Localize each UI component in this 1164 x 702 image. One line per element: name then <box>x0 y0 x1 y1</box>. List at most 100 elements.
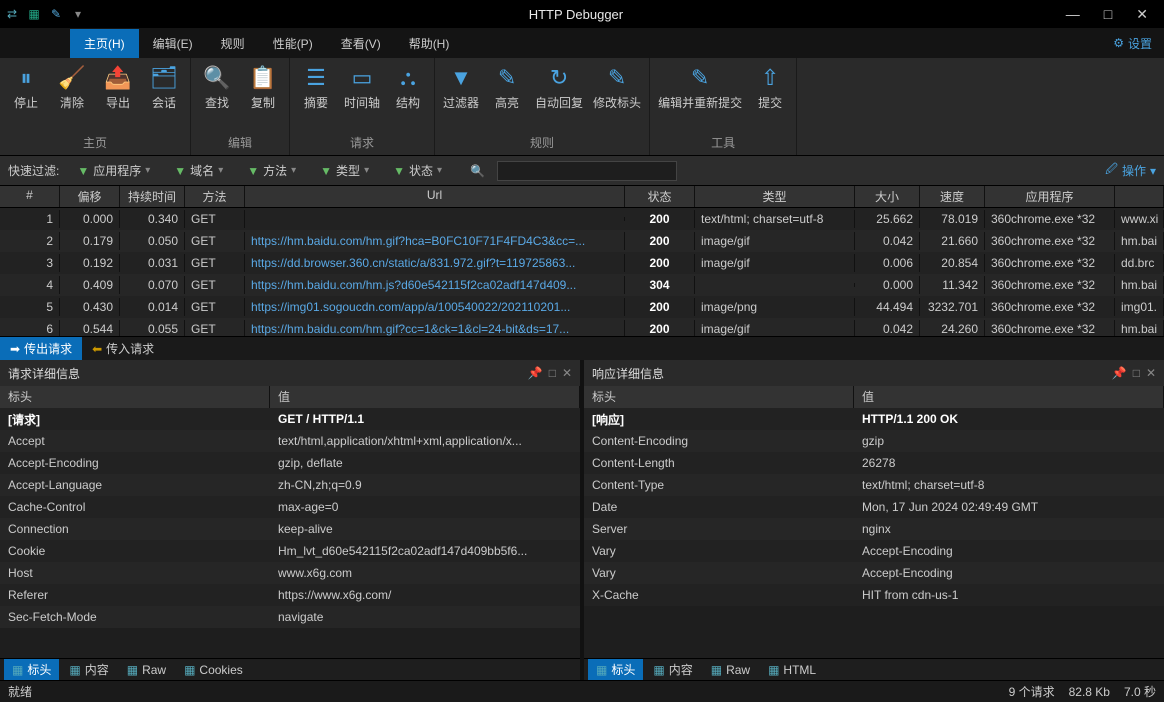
ribbon-clear-button[interactable]: 🧹清除 <box>54 64 90 111</box>
res-col-val[interactable]: 值 <box>854 386 1164 408</box>
col-status[interactable]: 状态 <box>625 186 695 207</box>
kv-row[interactable]: VaryAccept-Encoding <box>584 540 1164 562</box>
col-method[interactable]: 方法 <box>185 186 245 207</box>
tab-outgoing[interactable]: ➡传出请求 <box>0 337 82 360</box>
col-host[interactable] <box>1115 186 1164 207</box>
kv-row[interactable]: Accept-Encodinggzip, deflate <box>0 452 580 474</box>
maximize-icon[interactable]: □ <box>549 366 556 380</box>
cell-status: 200 <box>625 254 695 272</box>
cell-speed: 24.260 <box>920 320 985 336</box>
req-col-key[interactable]: 标头 <box>0 386 270 408</box>
qat-excel-icon[interactable]: ▦ <box>26 6 42 22</box>
kv-row[interactable]: Content-Length26278 <box>584 452 1164 474</box>
ribbon-modheader-button[interactable]: ✎修改标头 <box>593 64 641 111</box>
menu-help[interactable]: 帮助(H) <box>395 29 464 58</box>
kv-row[interactable]: Connectionkeep-alive <box>0 518 580 540</box>
ribbon-filter-button[interactable]: ▼过滤器 <box>443 64 479 111</box>
qat-brush-icon[interactable]: ✎ <box>48 6 64 22</box>
col-url[interactable]: Url <box>245 186 625 207</box>
ribbon-summary-button[interactable]: ☰摘要 <box>298 64 334 111</box>
ribbon-export-button[interactable]: 📤导出 <box>100 64 136 111</box>
filter-method[interactable]: ▼方法▾ <box>241 160 302 181</box>
kv-row[interactable]: [请求]GET / HTTP/1.1 <box>0 408 580 430</box>
menu-perf[interactable]: 性能(P) <box>259 29 327 58</box>
col-duration[interactable]: 持续时间 <box>120 186 185 207</box>
maximize-icon[interactable]: □ <box>1133 366 1140 380</box>
col-speed[interactable]: 速度 <box>920 186 985 207</box>
qat-sync-icon[interactable]: ⇄ <box>4 6 20 22</box>
kv-row[interactable]: X-CacheHIT from cdn-us-1 <box>584 584 1164 606</box>
settings-button[interactable]: ⚙设置 <box>1101 29 1164 58</box>
operations-button[interactable]: 🖉操作▾ <box>1105 160 1156 181</box>
ribbon-session-button[interactable]: 🗂会话 <box>146 64 182 111</box>
ribbon-find-button[interactable]: 🔍查找 <box>199 64 235 111</box>
tab-icon: ▦ <box>127 663 138 677</box>
filter-app[interactable]: ▼应用程序▾ <box>71 160 156 181</box>
kv-row[interactable]: Refererhttps://www.x6g.com/ <box>0 584 580 606</box>
filter-status[interactable]: ▼状态▾ <box>387 160 448 181</box>
kv-row[interactable]: DateMon, 17 Jun 2024 02:49:49 GMT <box>584 496 1164 518</box>
table-row[interactable]: 20.1790.050GEThttps://hm.baidu.com/hm.gi… <box>0 230 1164 252</box>
kv-row[interactable]: Hostwww.x6g.com <box>0 562 580 584</box>
menu-home[interactable]: 主页(H) <box>70 29 139 58</box>
menu-rules[interactable]: 规则 <box>207 29 259 58</box>
tab-incoming[interactable]: ⬅传入请求 <box>82 337 164 360</box>
kv-row[interactable]: CookieHm_lvt_d60e542115f2ca02adf147d409b… <box>0 540 580 562</box>
res-col-key[interactable]: 标头 <box>584 386 854 408</box>
cell-idx: 3 <box>0 254 60 272</box>
filter-type[interactable]: ▼类型▾ <box>314 160 375 181</box>
ribbon-label: 清除 <box>60 94 84 111</box>
col-size[interactable]: 大小 <box>855 186 920 207</box>
pin-icon[interactable]: 📌 <box>528 366 543 380</box>
ribbon-structure-button[interactable]: ⛬结构 <box>390 64 426 111</box>
subtab-Raw[interactable]: ▦Raw <box>119 661 174 679</box>
arrow-right-icon: ➡ <box>10 342 20 356</box>
table-row[interactable]: 60.5440.055GEThttps://hm.baidu.com/hm.gi… <box>0 318 1164 336</box>
kv-row[interactable]: Servernginx <box>584 518 1164 540</box>
subtab-内容[interactable]: ▦内容 <box>645 659 700 680</box>
subtab-内容[interactable]: ▦内容 <box>61 659 116 680</box>
subtab-标头[interactable]: ▦标头 <box>4 659 59 680</box>
minimize-button[interactable]: — <box>1066 6 1080 23</box>
ribbon-autoreply-button[interactable]: ↻自动回复 <box>535 64 583 111</box>
col-app[interactable]: 应用程序 <box>985 186 1115 207</box>
qat-dropdown-icon[interactable]: ▾ <box>70 6 86 22</box>
filter-domain[interactable]: ▼域名▾ <box>168 160 229 181</box>
table-row[interactable]: 10.0000.340GET200text/html; charset=utf-… <box>0 208 1164 230</box>
ribbon-label: 自动回复 <box>535 94 583 111</box>
table-row[interactable]: 50.4300.014GEThttps://img01.sogoucdn.com… <box>0 296 1164 318</box>
pin-icon[interactable]: 📌 <box>1112 366 1127 380</box>
kv-row[interactable]: VaryAccept-Encoding <box>584 562 1164 584</box>
kv-row[interactable]: Content-Typetext/html; charset=utf-8 <box>584 474 1164 496</box>
kv-row[interactable]: Accept-Languagezh-CN,zh;q=0.9 <box>0 474 580 496</box>
menu-edit[interactable]: 编辑(E) <box>139 29 207 58</box>
ribbon-editresubmit-button[interactable]: ✎编辑并重新提交 <box>658 64 742 111</box>
subtab-Raw[interactable]: ▦Raw <box>703 661 758 679</box>
maximize-button[interactable]: □ <box>1104 6 1112 23</box>
kv-row[interactable]: Accepttext/html,application/xhtml+xml,ap… <box>0 430 580 452</box>
kv-row[interactable]: Cache-Controlmax-age=0 <box>0 496 580 518</box>
kv-row[interactable]: [响应]HTTP/1.1 200 OK <box>584 408 1164 430</box>
table-row[interactable]: 40.4090.070GEThttps://hm.baidu.com/hm.js… <box>0 274 1164 296</box>
subtab-Cookies[interactable]: ▦Cookies <box>176 661 251 679</box>
col-offset[interactable]: 偏移 <box>60 186 120 207</box>
table-row[interactable]: 30.1920.031GEThttps://dd.browser.360.cn/… <box>0 252 1164 274</box>
ribbon-stop-button[interactable]: ⏸停止 <box>8 64 44 111</box>
subtab-标头[interactable]: ▦标头 <box>588 659 643 680</box>
subtab-HTML[interactable]: ▦HTML <box>760 661 824 679</box>
close-icon[interactable]: ✕ <box>562 366 572 380</box>
ribbon-submit-button[interactable]: ⇧提交 <box>752 64 788 111</box>
col-type[interactable]: 类型 <box>695 186 855 207</box>
req-col-val[interactable]: 值 <box>270 386 580 408</box>
close-button[interactable]: ✕ <box>1136 6 1148 23</box>
ribbon: ⏸停止🧹清除📤导出🗂会话主页🔍查找📋复制编辑☰摘要▭时间轴⛬结构请求▼过滤器✎高… <box>0 58 1164 156</box>
kv-row[interactable]: Sec-Fetch-Modenavigate <box>0 606 580 628</box>
search-input[interactable] <box>497 161 677 181</box>
ribbon-copy-button[interactable]: 📋复制 <box>245 64 281 111</box>
kv-row[interactable]: Content-Encodinggzip <box>584 430 1164 452</box>
ribbon-timeline-button[interactable]: ▭时间轴 <box>344 64 380 111</box>
ribbon-highlight-button[interactable]: ✎高亮 <box>489 64 525 111</box>
col-index[interactable]: # <box>0 186 60 207</box>
close-icon[interactable]: ✕ <box>1146 366 1156 380</box>
menu-view[interactable]: 查看(V) <box>327 29 395 58</box>
